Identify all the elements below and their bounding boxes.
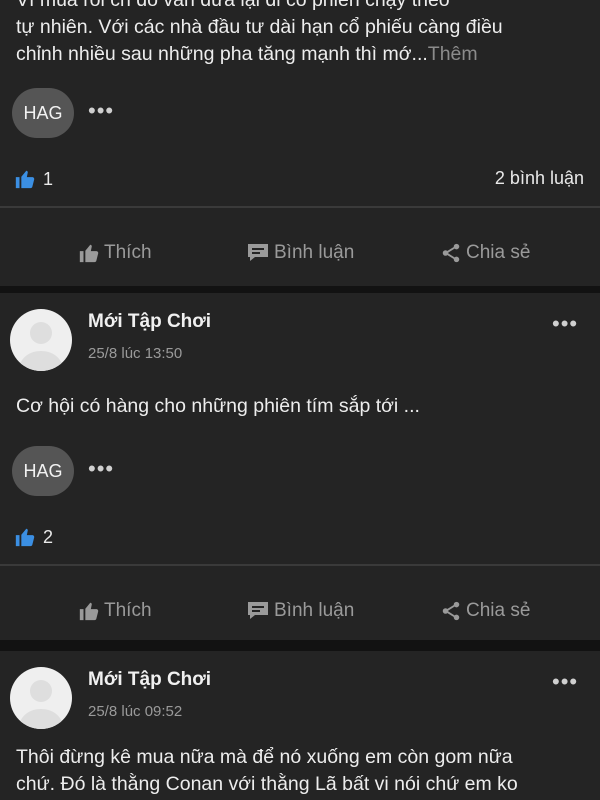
more-options-icon[interactable]: ••• <box>552 671 578 693</box>
share-icon <box>442 601 460 621</box>
user-avatar-icon <box>18 680 64 729</box>
thumbs-up-icon <box>79 602 99 621</box>
more-link[interactable]: Thêm <box>428 43 478 65</box>
author-name[interactable]: Mới Tập Chơi <box>88 311 211 333</box>
more-options-icon[interactable]: ••• <box>88 458 114 480</box>
author-name[interactable]: Mới Tập Chơi <box>88 669 211 691</box>
post-time: 25/8 lúc 09:52 <box>88 703 183 720</box>
like-label: Thích <box>104 242 152 263</box>
thumbs-up-icon <box>15 170 35 189</box>
thumbs-up-icon <box>79 244 99 263</box>
comment-label: Bình luận <box>274 600 355 621</box>
post-card: Vì mua rồi ch đó vẫn dữa lại đi có phiên… <box>0 0 600 286</box>
user-avatar-icon <box>18 322 64 371</box>
divider <box>0 206 600 208</box>
like-count-value: 2 <box>43 526 54 547</box>
post-text-line: Vì mua rồi ch đó vẫn dữa lại đi có phiên… <box>16 0 450 11</box>
like-button[interactable]: Thích <box>78 600 152 622</box>
comment-count[interactable]: 2 bình luận <box>495 168 584 189</box>
like-count[interactable]: 1 <box>14 168 53 190</box>
more-options-icon[interactable]: ••• <box>552 313 578 335</box>
post-text: Thôi đừng kê mua nữa mà để nó xuống em c… <box>16 744 580 798</box>
divider <box>0 564 600 566</box>
post-text-line: tự nhiên. Với các nhà đầu tư dài hạn cổ … <box>16 16 503 38</box>
post-text-line: chứ. Đó là thằng Conan với thằng Lã bất … <box>16 773 518 795</box>
stock-tag[interactable]: HAG <box>12 446 74 496</box>
post-card: Mới Tập Chơi 25/8 lúc 13:50 ••• Cơ hội c… <box>0 293 600 640</box>
comment-button[interactable]: Bình luận <box>246 600 354 622</box>
more-options-icon[interactable]: ••• <box>88 100 114 122</box>
comment-icon <box>248 244 268 261</box>
comment-button[interactable]: Bình luận <box>246 242 354 264</box>
comment-icon <box>248 602 268 619</box>
post-text: Vì mua rồi ch đó vẫn dữa lại đi có phiên… <box>16 0 580 68</box>
like-label: Thích <box>104 600 152 621</box>
post-text-span: chỉnh nhiều sau những pha tăng mạnh thì … <box>16 43 428 65</box>
post-card: Mới Tập Chơi 25/8 lúc 09:52 ••• Thôi đừn… <box>0 651 600 800</box>
post-text-line: Thôi đừng kê mua nữa mà để nó xuống em c… <box>16 746 513 768</box>
share-icon <box>442 243 460 263</box>
post-time: 25/8 lúc 13:50 <box>88 345 183 362</box>
comment-label: Bình luận <box>274 242 355 263</box>
thumbs-up-icon <box>15 528 35 547</box>
avatar[interactable] <box>10 667 72 729</box>
action-bar: Thích Bình luận Chia sẻ <box>0 230 600 276</box>
post-text-line: chỉnh nhiều sau những pha tăng mạnh thì … <box>16 41 580 68</box>
action-bar: Thích Bình luận Chia sẻ <box>0 588 600 634</box>
share-button[interactable]: Chia sẻ <box>440 242 530 264</box>
share-label: Chia sẻ <box>466 600 531 621</box>
post-text: Cơ hội có hàng cho những phiên tím sắp t… <box>16 395 420 417</box>
share-button[interactable]: Chia sẻ <box>440 600 530 622</box>
stock-tag[interactable]: HAG <box>12 88 74 138</box>
share-label: Chia sẻ <box>466 242 531 263</box>
like-button[interactable]: Thích <box>78 242 152 264</box>
like-count-value: 1 <box>43 168 54 189</box>
avatar[interactable] <box>10 309 72 371</box>
like-count[interactable]: 2 <box>14 526 53 548</box>
